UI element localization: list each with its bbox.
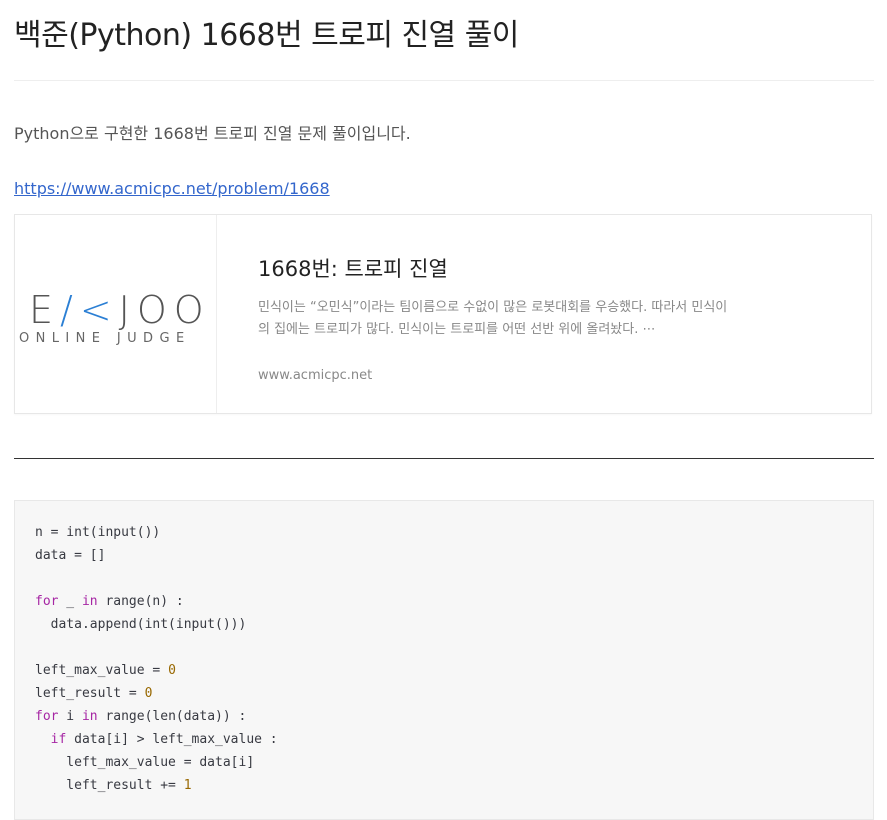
link-preview-card[interactable]: E/<JOO ONLINE JUDGE 1668번: 트로피 진열 민식이는 “… <box>14 214 872 414</box>
code-line: if data[i] > left_max_value : <box>50 732 278 747</box>
code-line: data.append(int(input())) <box>35 617 247 632</box>
title-divider <box>14 80 874 81</box>
code-line: left_max_value = 0 <box>35 663 176 678</box>
code-line: for _ in range(n) : <box>35 594 184 609</box>
code-line: data = [] <box>35 548 106 563</box>
page-title: 백준(Python) 1668번 트로피 진열 풀이 <box>14 18 519 53</box>
code-line: left_result = 0 <box>35 686 153 701</box>
logo-subtitle: ONLINE JUDGE <box>19 331 191 346</box>
code-line: left_max_value = data[i] <box>35 755 255 770</box>
horizontal-rule <box>14 458 874 459</box>
logo-wordmark: E/<JOO <box>29 288 211 332</box>
card-description: 민식이는 “오민식”이라는 팀이름으로 수없이 많은 로봇대회를 우승했다. 따… <box>258 300 728 337</box>
baekjoon-logo: E/<JOO ONLINE JUDGE <box>15 215 217 413</box>
code-line: n = int(input()) <box>35 525 161 540</box>
card-title[interactable]: 1668번: 트로피 진열 <box>258 253 448 283</box>
code-block[interactable]: n = int(input()) data = [] for _ in rang… <box>14 500 874 820</box>
card-domain: www.acmicpc.net <box>258 368 373 383</box>
code-line: for i in range(len(data)) : <box>35 709 247 724</box>
intro-text: Python으로 구현한 1668번 트로피 진열 문제 풀이입니다. <box>14 124 411 143</box>
problem-link[interactable]: https://www.acmicpc.net/problem/1668 <box>14 179 330 198</box>
